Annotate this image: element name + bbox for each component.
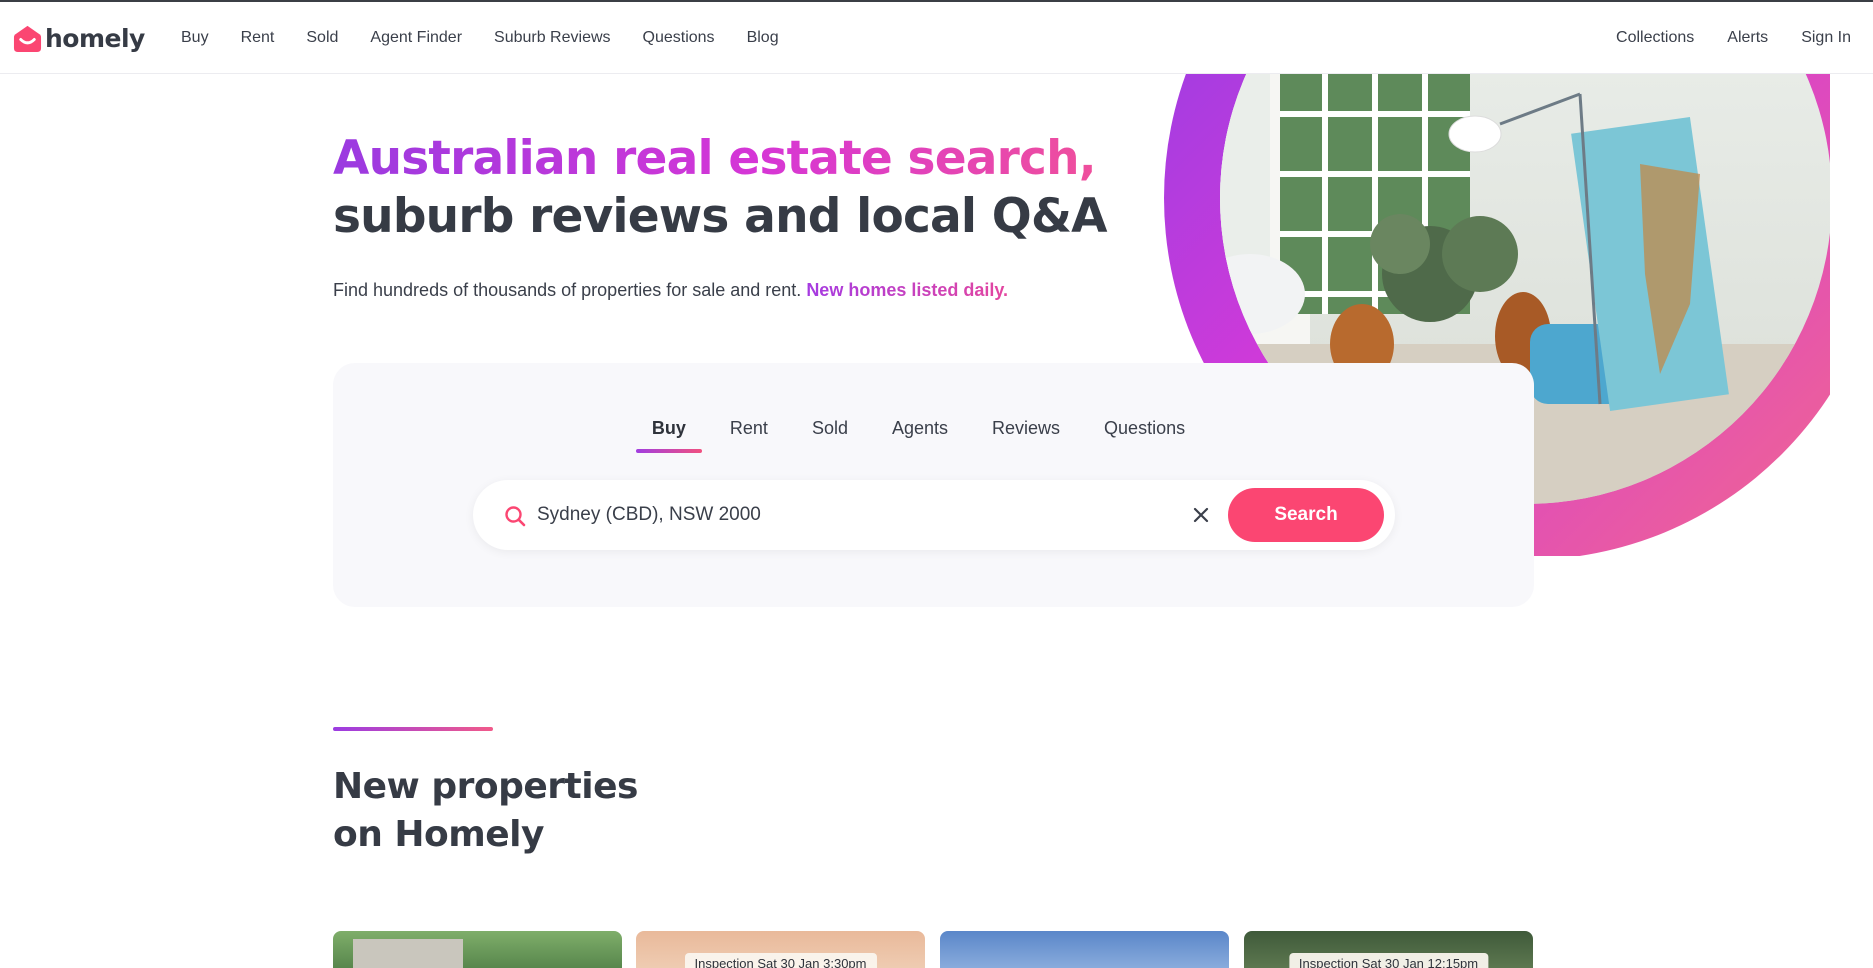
- hero-title-line2: suburb reviews and local Q&A: [333, 189, 1108, 244]
- hero-subtitle-highlight: New homes listed daily.: [806, 280, 1009, 300]
- search-icon: [505, 506, 526, 527]
- search-bar: Search: [473, 480, 1395, 550]
- tab-questions[interactable]: Questions: [1104, 418, 1185, 453]
- nav-suburb-reviews[interactable]: Suburb Reviews: [494, 29, 611, 47]
- primary-nav: Buy Rent Sold Agent Finder Suburb Review…: [181, 2, 811, 74]
- nav-alerts[interactable]: Alerts: [1727, 29, 1768, 47]
- property-photo: [353, 939, 463, 968]
- section-accent-bar: [333, 727, 493, 731]
- nav-buy[interactable]: Buy: [181, 29, 209, 47]
- tab-rent[interactable]: Rent: [730, 418, 768, 453]
- search-panel: Buy Rent Sold Agents Reviews Questions S…: [333, 363, 1534, 607]
- new-properties-heading: New properties on Homely: [333, 763, 638, 859]
- nav-questions[interactable]: Questions: [643, 29, 715, 47]
- tab-buy[interactable]: Buy: [635, 418, 702, 453]
- hero-subtitle: Find hundreds of thousands of properties…: [333, 280, 1008, 301]
- top-navigation: homely Buy Rent Sold Agent Finder Suburb…: [0, 2, 1873, 74]
- inspection-badge: Inspection Sat 30 Jan 12:15pm: [1288, 953, 1489, 968]
- nav-collections[interactable]: Collections: [1616, 29, 1694, 47]
- property-card[interactable]: Inspection Sat 30 Jan 12:15pm: [1244, 931, 1533, 968]
- new-properties-heading-line1: New properties: [333, 766, 638, 807]
- hero-subtitle-text: Find hundreds of thousands of properties…: [333, 280, 802, 300]
- nav-blog[interactable]: Blog: [747, 29, 779, 47]
- homely-logo[interactable]: homely: [13, 22, 145, 54]
- account-nav: Collections Alerts Sign In: [1616, 2, 1873, 74]
- nav-sold[interactable]: Sold: [306, 29, 338, 47]
- logo-text: homely: [45, 23, 145, 53]
- location-search-input[interactable]: [537, 497, 1157, 533]
- tab-agents[interactable]: Agents: [892, 418, 948, 453]
- nav-rent[interactable]: Rent: [241, 29, 275, 47]
- tab-reviews[interactable]: Reviews: [992, 418, 1060, 453]
- tab-sold[interactable]: Sold: [812, 418, 848, 453]
- hero-title-line1: Australian real estate search,: [333, 130, 1107, 188]
- nav-sign-in[interactable]: Sign In: [1801, 29, 1851, 47]
- close-icon[interactable]: [1190, 504, 1212, 526]
- house-logo-icon: [13, 25, 42, 52]
- property-card[interactable]: Inspection Sat 30 Jan 3:30pm: [636, 931, 925, 968]
- new-properties-heading-line2: on Homely: [333, 814, 544, 855]
- search-button[interactable]: Search: [1228, 488, 1384, 542]
- nav-agent-finder[interactable]: Agent Finder: [370, 29, 462, 47]
- property-card[interactable]: [333, 931, 622, 968]
- inspection-badge: Inspection Sat 30 Jan 3:30pm: [684, 953, 877, 968]
- search-tabs: Buy Rent Sold Agents Reviews Questions: [333, 418, 1534, 453]
- hero-title: Australian real estate search, suburb re…: [333, 130, 1108, 246]
- property-card[interactable]: [940, 931, 1229, 968]
